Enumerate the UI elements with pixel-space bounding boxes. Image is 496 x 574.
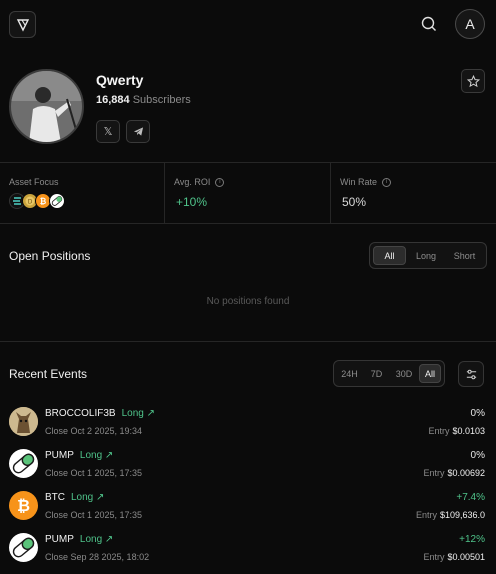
telegram-icon (133, 127, 143, 136)
open-positions-title: Open Positions (9, 249, 91, 263)
event-entry: Entry $109,636.0 (415, 510, 485, 520)
event-pnl: 0% (470, 408, 485, 419)
sliders-icon (466, 369, 476, 379)
asset-focus-stat: Asset Focus D ₿ (0, 163, 164, 223)
avg-roi-value: +10% (176, 195, 208, 209)
profile-avatar (9, 69, 84, 144)
tab-24h[interactable]: 24H (337, 364, 362, 383)
event-token: PUMP (45, 450, 74, 461)
avg-roi-stat: Avg. ROI i +10% (164, 163, 330, 223)
event-entry: Entry $0.0103 (428, 426, 485, 436)
pump-pill-icon (9, 449, 38, 478)
section-divider (0, 341, 496, 342)
person-photo-icon (11, 71, 82, 142)
tab-long[interactable]: Long (408, 246, 444, 265)
event-pnl: +12% (459, 534, 485, 545)
event-side: Long ↗ (71, 492, 105, 503)
tab-30d[interactable]: 30D (391, 364, 417, 383)
win-rate-value: 50% (342, 195, 367, 209)
bitcoin-icon: ₿ (9, 491, 38, 520)
event-pnl: +7.4% (456, 492, 485, 503)
favorite-button[interactable] (461, 69, 485, 93)
svg-text:D: D (28, 199, 33, 206)
event-token: BROCCOLIF3B (45, 408, 116, 419)
positions-filter-tabs: All Long Short (369, 242, 487, 269)
user-avatar-button[interactable]: A (455, 9, 485, 39)
event-side: Long ↗ (79, 450, 114, 461)
search-button[interactable] (418, 13, 440, 35)
event-side: Long ↗ (121, 408, 155, 419)
tab-all[interactable]: All (373, 246, 406, 265)
event-date: Close Oct 1 2025, 17:35 (45, 510, 143, 520)
profile-name: Qwerty (96, 72, 144, 88)
event-token: BTC (45, 492, 65, 503)
top-bar: A (0, 0, 496, 50)
asset-focus-label: Asset Focus (9, 177, 59, 187)
info-icon[interactable]: i (215, 178, 225, 188)
event-side: Long ↗ (79, 534, 114, 545)
info-icon[interactable]: i (382, 178, 392, 188)
win-rate-label: Win Rate i (340, 177, 392, 188)
recent-events-title: Recent Events (9, 367, 88, 381)
stats-bar: Asset Focus D ₿ Avg. ROI i +10% Win Rate i… (0, 162, 496, 224)
event-row[interactable]: BROCCOLIF3B Long ↗ Close Oct 2 2025, 19:3… (0, 403, 496, 443)
event-row[interactable]: ₿ BTC Long ↗ Close Oct 1 2025, 17:35 +7.4… (0, 487, 496, 527)
app-logo-button[interactable] (9, 11, 36, 38)
pump-pill-icon (49, 193, 65, 209)
event-pnl: 0% (470, 450, 485, 461)
event-token: PUMP (45, 534, 74, 545)
tab-7d[interactable]: 7D (364, 364, 389, 383)
event-date: Close Sep 28 2025, 18:02 (45, 552, 150, 562)
logo-icon (16, 18, 29, 32)
tab-short[interactable]: Short (446, 246, 483, 265)
event-date: Close Oct 1 2025, 17:35 (45, 468, 143, 478)
event-entry: Entry $0.00692 (423, 468, 485, 478)
tab-all-range[interactable]: All (419, 364, 441, 383)
svg-text:₿: ₿ (40, 197, 47, 206)
x-icon: 𝕏 (103, 126, 113, 138)
telegram-link-button[interactable] (126, 120, 150, 143)
svg-text:₿: ₿ (17, 496, 30, 515)
avg-roi-label: Avg. ROI i (174, 177, 225, 188)
no-positions-message: No positions found (206, 296, 290, 307)
event-date: Close Oct 2 2025, 19:34 (45, 426, 143, 436)
win-rate-stat: Win Rate i 50% (330, 163, 496, 223)
events-range-tabs: 24H 7D 30D All (333, 360, 445, 387)
subscribers-count: 16,884 Subscribers (96, 94, 191, 106)
event-entry: Entry $0.00501 (423, 552, 485, 562)
pump-pill-icon (9, 533, 38, 562)
search-icon (421, 16, 436, 31)
filter-settings-button[interactable] (458, 361, 484, 387)
event-row[interactable]: PUMP Long ↗ Close Sep 28 2025, 18:02 +12%… (0, 529, 496, 569)
star-icon (466, 74, 480, 87)
profile-header: Qwerty 16,884 Subscribers 𝕏 (0, 60, 496, 160)
x-link-button[interactable]: 𝕏 (96, 120, 120, 143)
broccoli-dog-icon (9, 407, 38, 436)
event-row[interactable]: PUMP Long ↗ Close Oct 1 2025, 17:35 0% En… (0, 445, 496, 485)
